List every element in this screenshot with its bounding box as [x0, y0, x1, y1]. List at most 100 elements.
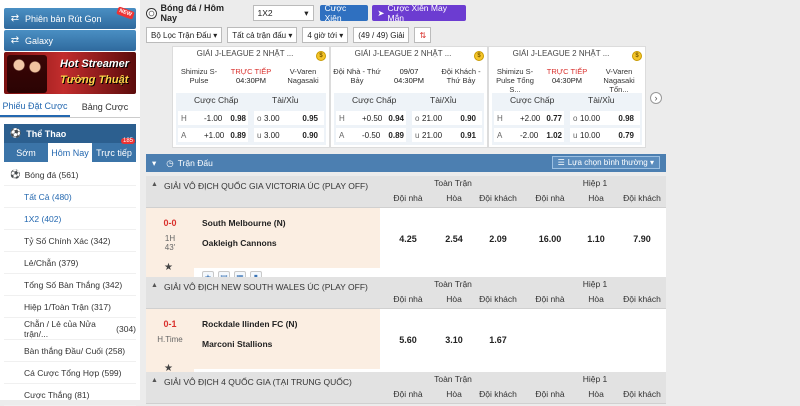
total-line: 10.00 — [580, 130, 601, 140]
total-side: u — [257, 130, 262, 140]
total-line: 21.00 — [422, 113, 443, 123]
parlay-button[interactable]: Cược Xiên — [319, 3, 369, 23]
odds-column-header: Hòa — [446, 389, 462, 399]
galaxy-button[interactable]: ⇄ Galaxy — [4, 30, 136, 51]
total-line: 10.00 — [580, 113, 601, 123]
total-odds-cell[interactable]: o 10.00 0.98 — [570, 111, 640, 125]
market-item-label: Cược Thắng — [24, 389, 72, 400]
total-odds-cell[interactable]: u 21.00 0.91 — [412, 128, 482, 142]
sports-header[interactable]: ⚽ Thể Thao — [4, 124, 136, 143]
market-select-value: 1X2 — [257, 8, 273, 18]
streamer-banner[interactable]: Hot Streamer Tường Thuật — [4, 52, 136, 94]
handicap-line: -1.00 — [204, 113, 223, 123]
tab-bet-slip[interactable]: Phiếu Đặt Cược — [0, 96, 70, 117]
handicap-odds-cell[interactable]: H -1.00 0.98 — [178, 111, 248, 125]
match-score: 0-0 — [163, 218, 177, 228]
total-side: o — [573, 113, 578, 123]
card-away-team: V-Varen Nagasaki Tổn... — [603, 67, 635, 94]
total-odds-cell[interactable]: o 21.00 0.90 — [412, 111, 482, 125]
total-line: 3.00 — [264, 130, 280, 140]
match-teams[interactable]: South Melbourne (N) Oakleigh Cannons — [194, 208, 380, 268]
collapse-icon[interactable]: ▲ — [151, 282, 158, 289]
odds-button[interactable]: 2.09 — [476, 228, 520, 250]
handicap-odds-cell[interactable]: H +0.50 0.94 — [336, 111, 406, 125]
featured-match-card[interactable]: GIẢI J-LEAGUE 2 NHẬT ... $ Shimizu S-Pulse… — [172, 46, 330, 148]
sort-icon[interactable]: ⇅ — [414, 27, 432, 43]
odds-button[interactable]: 1.10 — [574, 228, 618, 250]
odds-button[interactable]: 16.00 — [528, 228, 572, 250]
full-match-group: Toàn Trận — [434, 178, 472, 188]
odds-button[interactable]: 5.60 — [386, 329, 430, 351]
total-odds-cell[interactable]: u 3.00 0.90 — [254, 128, 324, 142]
sport-item-soccer[interactable]: ⚽ Bóng đá (561) — [4, 164, 136, 186]
favorite-star-icon[interactable]: ★ — [164, 262, 173, 273]
sidebar-market-item[interactable]: Tỷ Số Chính Xác (342) — [4, 230, 136, 252]
tab-bet-list[interactable]: Bảng Cược — [70, 96, 140, 117]
handicap-odds-cell[interactable]: A -0.50 0.89 — [336, 128, 406, 142]
next-arrow-icon[interactable]: › — [650, 92, 662, 104]
market-select[interactable]: 1X2 ▾ — [252, 5, 314, 21]
league-row[interactable]: ▲ GIẢI VÔ ĐỊCH 4 QUỐC GIA (TẠI TRUNG QUỐC… — [146, 372, 666, 404]
time-range-select[interactable]: 4 giờ tới ▾ — [302, 27, 349, 43]
odds-button[interactable]: 3.10 — [432, 329, 476, 351]
sidebar-market-item[interactable]: Tổng Số Bàn Thắng (342) — [4, 274, 136, 296]
league-count-button[interactable]: (49 / 49) Giải — [353, 27, 410, 43]
market-item-count: (402) — [41, 213, 62, 224]
odds-column-header: Hòa — [446, 294, 462, 304]
total-odds-cell[interactable]: o 3.00 0.95 — [254, 111, 324, 125]
card-status: TRỰC TIẾP — [230, 67, 272, 76]
sidebar-market-item[interactable]: Lẻ/Chẵn (379) — [4, 252, 136, 274]
compact-version-button[interactable]: ⇄ Phiên bản Rút Gọn NEW — [4, 6, 136, 29]
total-odds-cell[interactable]: u 10.00 0.79 — [570, 128, 640, 142]
match-score: 0-1 — [163, 319, 177, 329]
tab-today[interactable]: Hôm Nay — [48, 143, 92, 162]
match-filter-select[interactable]: Bộ Lọc Trận Đấu ▾ — [146, 27, 223, 43]
handicap-line: -0.50 — [362, 130, 381, 140]
card-odds-panel: Cược Chấp Tài/Xỉu H -1.00 0.98 o 3.00 0.95 A +1.0… — [176, 93, 326, 145]
all-matches-select[interactable]: Tất cả trận đấu ▾ — [227, 27, 298, 43]
all-matches-label: Tất cả trận đấu — [232, 30, 287, 40]
total-line: 21.00 — [422, 130, 443, 140]
handicap-odds: 0.89 — [230, 130, 246, 140]
sidebar-market-item[interactable]: 1X2 (402) — [4, 208, 136, 230]
handicap-odds-cell[interactable]: H +2.00 0.77 — [494, 111, 564, 125]
handicap-side: H — [339, 113, 345, 123]
league-row[interactable]: ▲ GIẢI VÔ ĐỊCH NEW SOUTH WALES ÚC (PLAY O… — [146, 277, 666, 309]
total-heading: Tài/Xỉu — [588, 95, 615, 105]
tab-early[interactable]: Sớm — [4, 143, 48, 162]
handicap-odds-cell[interactable]: A -2.00 1.02 — [494, 128, 564, 142]
view-option-select[interactable]: ☰ Lựa chọn bình thường ▾ — [551, 156, 660, 169]
market-item-label: Tỷ Số Chính Xác — [24, 235, 89, 246]
betslip-tabs: Phiếu Đặt Cược Bảng Cược — [0, 96, 140, 118]
league-row[interactable]: ▲ GIẢI VÔ ĐỊCH QUỐC GIA VICTORIA ÚC (PLAY… — [146, 176, 666, 208]
featured-match-card[interactable]: GIẢI J-LEAGUE 2 NHẬT ... $ Shimizu S-Pulse… — [488, 46, 646, 148]
odds-button[interactable]: 2.54 — [432, 228, 476, 250]
odds-button[interactable]: 1.67 — [476, 329, 520, 351]
odds-button[interactable]: 4.25 — [386, 228, 430, 250]
time-range-label: 4 giờ tới — [307, 30, 337, 40]
collapse-icon[interactable]: ▲ — [151, 181, 158, 188]
odds-column-header: Hòa — [588, 389, 604, 399]
match-teams[interactable]: Rockdale Ilinden FC (N) Marconi Stallions — [194, 309, 380, 369]
sidebar-market-item[interactable]: Cược Thắng (81) — [4, 384, 136, 406]
handicap-side: H — [497, 113, 503, 123]
sidebar-market-item[interactable]: Bàn thắng Đầu/ Cuối (258) — [4, 340, 136, 362]
featured-match-card[interactable]: GIẢI J-LEAGUE 2 NHẬT ... $ Đội Nhà - Thứ B… — [330, 46, 488, 148]
handicap-odds-cell[interactable]: A +1.00 0.89 — [178, 128, 248, 142]
live-count-badge: 185 — [120, 138, 135, 144]
full-match-group: Toàn Trận — [434, 374, 472, 384]
tab-live[interactable]: Trực tiếp 185 — [92, 138, 136, 162]
sports-header-label: Thể Thao — [26, 128, 67, 139]
list-icon: ☰ — [557, 158, 565, 167]
odds-button[interactable]: 7.90 — [620, 228, 664, 250]
sidebar-market-item[interactable]: Chẵn / Lẻ của Nửa trận/... (304) — [4, 318, 136, 340]
sidebar-market-item[interactable]: Hiệp 1/Toàn Trận (317) — [4, 296, 136, 318]
market-item-count: (258) — [105, 345, 126, 356]
coin-icon: $ — [632, 51, 642, 61]
lucky-parlay-button[interactable]: ➤ Cược Xiên May Mắn — [372, 3, 467, 23]
sidebar-market-item[interactable]: Cá Cược Tổng Hợp (599) — [4, 362, 136, 384]
sport-item-label: Bóng đá — [24, 169, 57, 180]
collapse-icon[interactable]: ▲ — [151, 377, 158, 384]
sidebar-market-item[interactable]: Tất Cả (480) — [4, 186, 136, 208]
collapse-icon[interactable]: ▾ — [152, 158, 156, 169]
